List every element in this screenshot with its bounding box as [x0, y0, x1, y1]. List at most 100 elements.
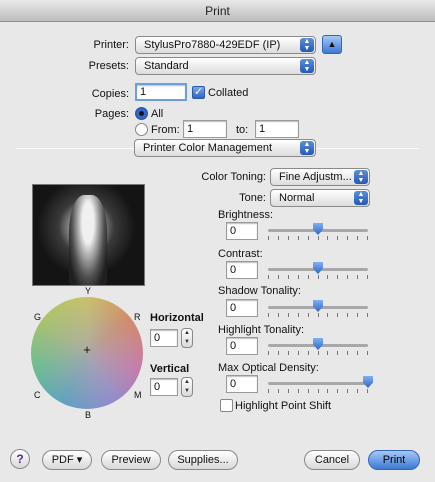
slider-tick — [307, 389, 309, 393]
preview-image — [32, 184, 145, 286]
slider-tick — [268, 389, 269, 393]
highlight-point-shift-checkbox[interactable] — [220, 399, 233, 412]
slider-tick — [287, 313, 289, 317]
collated-label: Collated — [208, 87, 249, 99]
slider-tick — [337, 389, 339, 393]
copies-field[interactable]: 1 — [135, 83, 187, 101]
presets-label: Presets: — [88, 60, 129, 72]
wheel-label-b: B — [85, 410, 92, 420]
slider-tick — [317, 236, 319, 240]
contrast-label: Contrast: — [218, 248, 263, 260]
slider-tick — [287, 236, 289, 240]
max-optical-density-field[interactable]: 0 — [226, 375, 258, 393]
slider-tick — [337, 313, 339, 317]
section-popup[interactable]: Printer Color Management ▲ ▼ — [134, 139, 316, 157]
print-button[interactable]: Print — [368, 450, 420, 470]
highlight-point-shift-label: Highlight Point Shift — [235, 400, 331, 412]
slider-tick — [307, 236, 309, 240]
slider-tick — [367, 389, 368, 393]
horizontal-stepper[interactable]: ▲ ▼ — [181, 328, 193, 348]
max-optical-density-slider[interactable] — [268, 382, 368, 385]
slider-tick — [327, 236, 329, 240]
wheel-label-m: M — [134, 390, 142, 400]
max-optical-density-label: Max Optical Density: — [218, 362, 319, 374]
contrast-field[interactable]: 0 — [226, 261, 258, 279]
max-optical-density-ticks — [268, 389, 368, 393]
vertical-field[interactable]: 0 — [150, 378, 178, 396]
slider-tick — [287, 389, 289, 393]
horizontal-label: Horizontal — [150, 312, 204, 324]
presets-value: Standard — [144, 60, 189, 72]
slider-tick — [317, 351, 319, 355]
pages-to-label: to: — [236, 124, 249, 136]
slider-tick — [277, 275, 279, 279]
slider-tick — [367, 351, 368, 355]
shadow-tonality-field[interactable]: 0 — [226, 299, 258, 317]
slider-tick — [317, 389, 319, 393]
supplies-button[interactable]: Supplies... — [168, 450, 238, 470]
tone-label: Tone: — [239, 192, 266, 204]
highlight-tonality-slider-knob[interactable] — [313, 338, 323, 350]
popup-arrows-icon: ▲ ▼ — [354, 191, 368, 205]
crosshair-icon: + — [83, 342, 91, 357]
disclosure-triangle-icon: ▲ — [327, 39, 337, 49]
vertical-stepper[interactable]: ▲ ▼ — [181, 377, 193, 397]
wheel-label-c: C — [34, 390, 41, 400]
brightness-ticks — [268, 236, 368, 240]
slider-tick — [357, 351, 359, 355]
brightness-field[interactable]: 0 — [226, 222, 258, 240]
pages-from-radio[interactable] — [135, 123, 148, 136]
highlight-tonality-field[interactable]: 0 — [226, 337, 258, 355]
slider-tick — [367, 275, 368, 279]
slider-tick — [277, 236, 279, 240]
pages-all-label: All — [151, 108, 164, 120]
brightness-slider-knob[interactable] — [313, 223, 323, 235]
slider-tick — [317, 275, 319, 279]
presets-popup[interactable]: Standard ▲ ▼ — [135, 57, 316, 75]
pages-from-field[interactable]: 1 — [183, 120, 227, 138]
max-optical-density-slider-knob[interactable] — [363, 376, 373, 388]
slider-tick — [297, 275, 299, 279]
slider-tick — [277, 351, 279, 355]
stepper-arrows-icon: ▲ ▼ — [184, 379, 190, 394]
slider-tick — [367, 236, 368, 240]
cancel-button[interactable]: Cancel — [304, 450, 360, 470]
pages-to-field[interactable]: 1 — [255, 120, 299, 138]
shadow-tonality-label: Shadow Tonality: — [218, 285, 301, 297]
slider-tick — [347, 351, 349, 355]
pages-all-radio[interactable] — [135, 107, 148, 120]
slider-tick — [268, 236, 269, 240]
vertical-label: Vertical — [150, 363, 190, 375]
color-wheel[interactable]: + — [31, 297, 143, 409]
contrast-slider-knob[interactable] — [313, 262, 323, 274]
popup-arrows-icon: ▲ ▼ — [300, 141, 314, 155]
horizontal-field[interactable]: 0 — [150, 329, 178, 347]
pages-from-label: From: — [151, 124, 180, 136]
slider-tick — [327, 313, 329, 317]
collated-checkbox[interactable]: ✓ — [192, 86, 205, 99]
print-dialog: Printer: StylusPro7880-429EDF (IP) ▲ ▼ ▲ … — [0, 22, 435, 482]
pdf-menu-button[interactable]: PDF ▾ — [42, 450, 92, 470]
printer-popup[interactable]: StylusPro7880-429EDF (IP) ▲ ▼ — [135, 36, 316, 54]
slider-tick — [327, 275, 329, 279]
tone-popup[interactable]: Normal ▲ ▼ — [270, 189, 370, 207]
shadow-tonality-slider-knob[interactable] — [313, 300, 323, 312]
slider-tick — [347, 389, 349, 393]
slider-tick — [317, 313, 319, 317]
preview-button[interactable]: Preview — [101, 450, 161, 470]
highlight-tonality-ticks — [268, 351, 368, 355]
slider-tick — [277, 389, 279, 393]
slider-tick — [297, 389, 299, 393]
stepper-arrows-icon: ▲ ▼ — [184, 330, 190, 345]
slider-tick — [337, 236, 339, 240]
slider-tick — [367, 313, 368, 317]
expand-dialog-button[interactable]: ▲ — [322, 35, 342, 54]
window-title: Print — [0, 0, 435, 22]
slider-tick — [287, 351, 289, 355]
slider-tick — [297, 351, 299, 355]
wheel-label-r: R — [134, 312, 141, 322]
brightness-label: Brightness: — [218, 209, 274, 221]
slider-tick — [327, 351, 329, 355]
help-button[interactable]: ? — [10, 449, 30, 469]
color-toning-popup[interactable]: Fine Adjustm... ▲ ▼ — [270, 168, 370, 186]
